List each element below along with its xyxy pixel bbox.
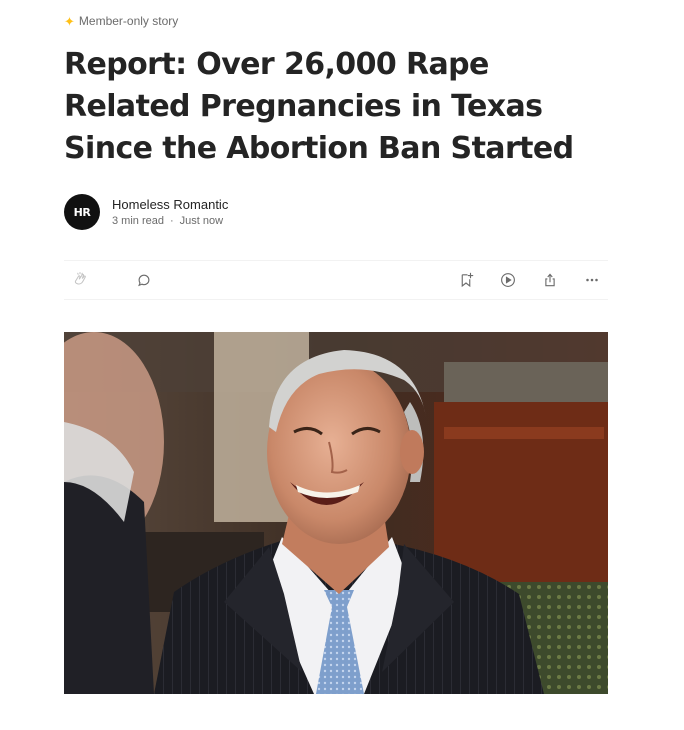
listen-icon[interactable] <box>498 270 518 290</box>
read-time: 3 min read <box>112 215 164 227</box>
author-name-link[interactable]: Homeless Romantic <box>112 197 228 212</box>
article-action-bar <box>64 260 608 300</box>
hero-photo-illustration <box>64 332 608 694</box>
author-meta: Homeless Romantic 3 min read · Just now <box>112 197 228 227</box>
more-icon[interactable] <box>582 270 602 290</box>
article-title: Report: Over 26,000 Rape Related Pregnan… <box>64 47 574 166</box>
star-icon: ✦ <box>64 13 75 29</box>
author-avatar[interactable]: HR <box>64 194 100 230</box>
left-actions <box>70 270 154 290</box>
author-avatar-text: HR <box>73 205 91 219</box>
right-actions <box>456 270 602 290</box>
article-meta: 3 min read · Just now <box>112 215 228 227</box>
member-only-label: Member-only story <box>78 14 179 28</box>
author-row: HR Homeless Romantic 3 min read · Just n… <box>64 194 228 230</box>
clap-icon[interactable] <box>70 270 90 290</box>
article-page: ✦ Member-only story Report: Over 26,000 … <box>0 0 684 730</box>
hero-image <box>64 332 608 694</box>
bookmark-add-icon[interactable] <box>456 270 476 290</box>
member-only-badge: ✦ Member-only story <box>64 14 178 28</box>
meta-separator: · <box>169 215 174 227</box>
publish-time: Just now <box>179 215 224 227</box>
share-icon[interactable] <box>540 270 560 290</box>
comment-icon[interactable] <box>134 270 154 290</box>
